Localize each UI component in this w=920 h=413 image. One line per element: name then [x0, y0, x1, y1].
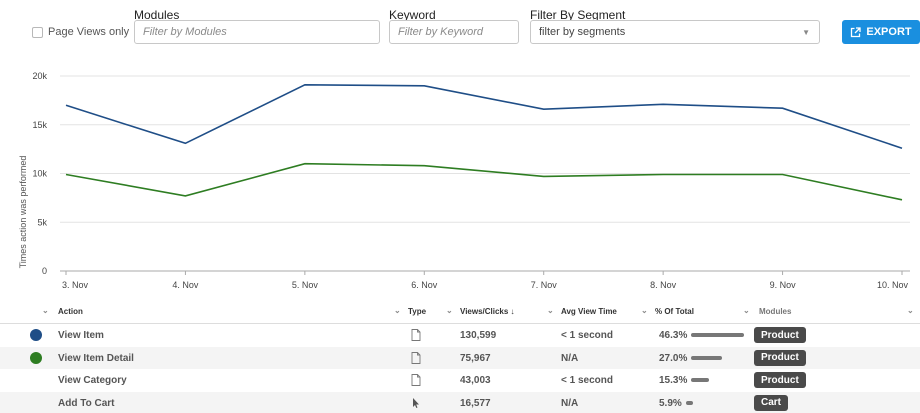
pct-value: 27.0%	[659, 352, 688, 364]
chevron-down-icon[interactable]: ⌄	[743, 306, 750, 315]
x-tick-label: 3. Nov	[62, 280, 89, 290]
y-axis-ticks: 0 5k 10k 15k 20k	[32, 71, 47, 276]
chart-grid	[60, 75, 910, 272]
x-tick-label: 7. Nov	[531, 280, 558, 290]
chevron-down-icon[interactable]: ⌄	[394, 306, 401, 315]
pct-value: 46.3%	[659, 330, 688, 341]
col-views-header[interactable]: Views/Clicks ↓	[460, 307, 515, 316]
module-badge[interactable]: Cart	[754, 394, 789, 411]
y-tick-label: 0	[42, 266, 47, 276]
chevron-down-icon[interactable]: ⌄	[641, 306, 648, 315]
series-line-2[interactable]	[65, 162, 903, 201]
table-row[interactable]: View Category 43,003 < 1 second 15.3% Pr…	[0, 369, 920, 392]
col-type-header[interactable]: Type	[408, 307, 426, 316]
x-tick-label: 8. Nov	[650, 280, 677, 290]
chevron-down-icon: ▼	[802, 28, 810, 37]
col-avg-time-header[interactable]: Avg View Time	[561, 307, 617, 316]
x-tick-label: 9. Nov	[770, 280, 797, 290]
action-name: View Item Detail	[58, 352, 134, 364]
avg-time-value: N/A	[561, 352, 579, 364]
keyword-filter-input[interactable]: Filter by Keyword	[389, 20, 519, 44]
y-axis-label: Times action was performed	[18, 156, 28, 269]
page-views-only-toggle[interactable]: Page Views only	[32, 26, 129, 38]
module-badge[interactable]: Product	[754, 349, 806, 366]
views-value: 43,003	[460, 375, 491, 386]
modules-filter-input[interactable]: Filter by Modules	[134, 20, 380, 44]
table-row[interactable]: View Item 130,599 < 1 second 46.3% Produ…	[0, 324, 920, 347]
x-tick-label: 4. Nov	[172, 280, 199, 290]
external-link-icon	[851, 26, 862, 37]
table-row[interactable]: Add To Cart 16,577 N/A 5.9% Cart	[0, 391, 920, 413]
col-pct-header[interactable]: % Of Total	[655, 307, 694, 316]
expand-chevron-icon[interactable]: ⌄	[42, 306, 49, 315]
table-header: ⌄ Action ⌄ Type ⌄ Views/Clicks ↓ ⌄ Avg V…	[0, 298, 920, 324]
export-button[interactable]: EXPORT	[842, 20, 920, 44]
segment-select-value: filter by segments	[539, 26, 626, 38]
y-tick-label: 5k	[37, 217, 47, 227]
avg-time-value: < 1 second	[561, 330, 613, 341]
page-icon	[411, 329, 421, 341]
pct-value: 15.3%	[659, 375, 688, 386]
keyword-filter-placeholder: Filter by Keyword	[398, 26, 483, 38]
x-tick-label: 5. Nov	[292, 280, 319, 290]
col-modules-header[interactable]: Modules	[759, 307, 791, 316]
line-chart: 0 5k 10k 15k 20k 3. Nov 4. Nov 5. Nov 6. Nov 7. …	[18, 71, 910, 290]
pct-bar	[691, 355, 723, 360]
export-label: EXPORT	[866, 26, 912, 38]
table-row[interactable]: View Item Detail 75,967 N/A 27.0% Produc…	[0, 346, 920, 369]
series-color-dot	[30, 351, 42, 364]
chevron-down-icon[interactable]: ⌄	[547, 306, 554, 315]
chevron-down-icon[interactable]: ⌄	[907, 306, 914, 315]
series-color-dot	[30, 329, 42, 341]
modules-filter-placeholder: Filter by Modules	[143, 26, 227, 38]
pct-value: 5.9%	[659, 397, 682, 409]
x-tick-label: 6. Nov	[411, 280, 438, 290]
avg-time-value: < 1 second	[561, 375, 613, 386]
x-axis-ticks: 3. Nov 4. Nov 5. Nov 6. Nov 7. Nov 8. Nov 9. N…	[62, 271, 908, 290]
col-action-header[interactable]: Action	[58, 307, 83, 316]
module-badge[interactable]: Product	[754, 372, 806, 388]
page-views-only-label: Page Views only	[48, 26, 130, 38]
series-line-1[interactable]	[65, 83, 903, 149]
action-name: Add To Cart	[58, 397, 115, 409]
views-value: 75,967	[460, 352, 491, 364]
chart-series	[65, 83, 903, 201]
table-body: View Item 130,599 < 1 second 46.3% Produ…	[0, 324, 920, 413]
pct-bar	[691, 378, 709, 382]
cursor-icon	[413, 397, 419, 408]
y-tick-label: 10k	[32, 169, 47, 179]
views-value: 16,577	[460, 397, 491, 409]
action-name: View Category	[58, 375, 127, 386]
page-icon	[411, 351, 421, 364]
page-icon	[411, 374, 421, 386]
page-views-only-checkbox[interactable]	[32, 26, 43, 38]
segment-select[interactable]: filter by segments ▼	[530, 20, 820, 44]
pct-bar	[686, 400, 693, 405]
views-value: 130,599	[460, 330, 497, 341]
pct-bar	[691, 333, 745, 337]
actions-table: ⌄ Action ⌄ Type ⌄ Views/Clicks ↓ ⌄ Avg V…	[0, 298, 920, 413]
y-tick-label: 15k	[32, 120, 47, 130]
avg-time-value: N/A	[561, 397, 579, 409]
action-name: View Item	[58, 330, 104, 341]
chevron-down-icon[interactable]: ⌄	[446, 306, 453, 315]
module-badge[interactable]: Product	[754, 327, 806, 343]
filter-bar: Page Views only Modules Filter by Module…	[0, 0, 920, 50]
y-tick-label: 20k	[32, 71, 47, 81]
x-tick-label: 10. Nov	[877, 280, 909, 290]
